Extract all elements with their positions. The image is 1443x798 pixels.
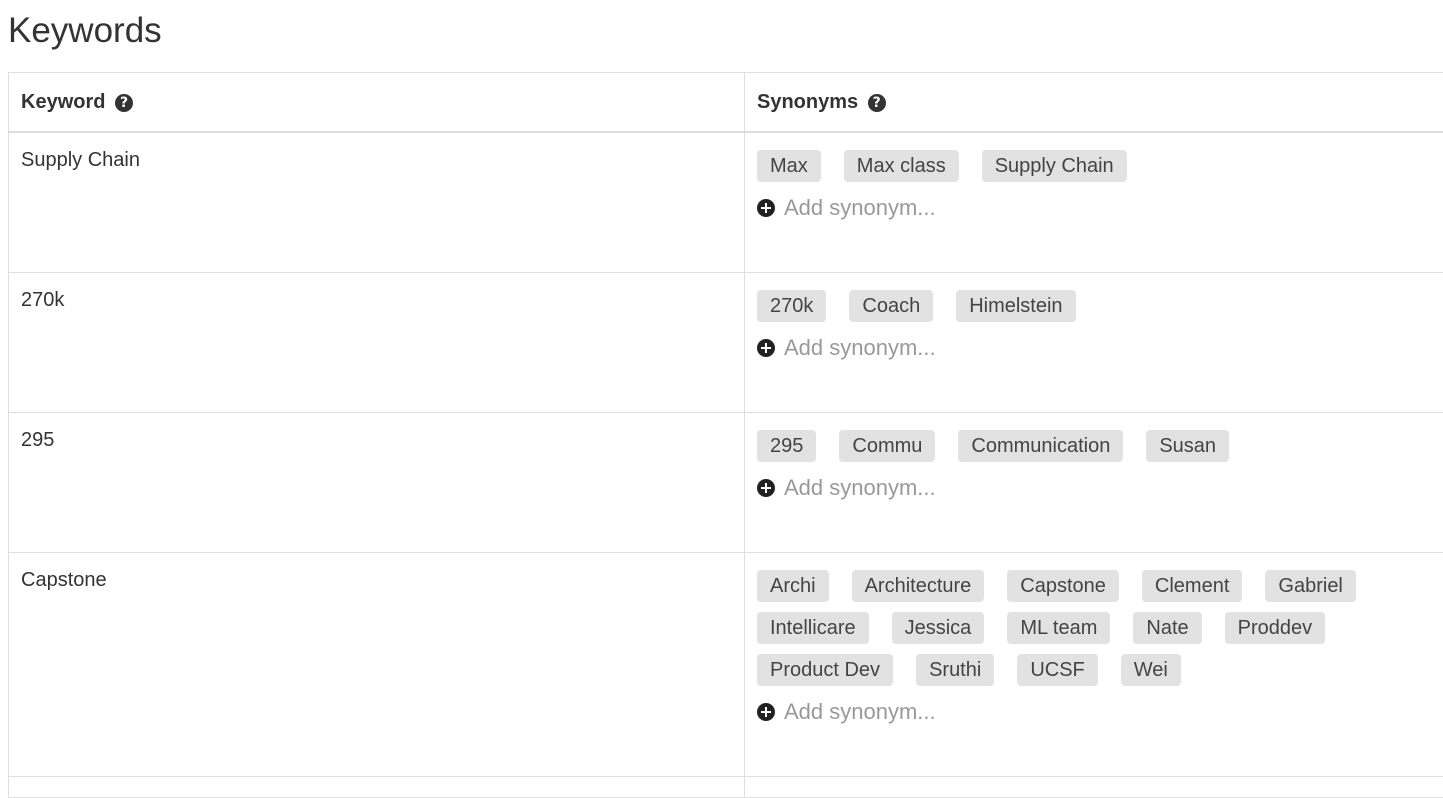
keyword-column-header: Keyword ? [9, 73, 745, 133]
synonyms-column-header: Synonyms ? [745, 73, 1443, 133]
synonyms-cell: 295 Commu Communication Susan [745, 413, 1443, 553]
synonym-tag[interactable]: Gabriel [1265, 570, 1355, 602]
synonym-tag[interactable]: Intellicare [757, 612, 869, 644]
synonym-tag[interactable]: Communication [958, 430, 1123, 462]
synonym-tag[interactable]: Clement [1142, 570, 1242, 602]
table-row: Supply Chain Max Max class Supply Chain [9, 132, 1443, 273]
add-synonym-control[interactable] [757, 699, 1443, 725]
add-synonym-input[interactable] [784, 699, 1184, 725]
synonym-tag[interactable]: Capstone [1007, 570, 1119, 602]
synonym-tag[interactable]: Max [757, 150, 821, 182]
synonym-tag[interactable]: Susan [1146, 430, 1229, 462]
add-synonym-control[interactable] [757, 195, 1443, 221]
add-synonym-input[interactable] [784, 195, 1184, 221]
synonym-tag-list: 270k Coach Himelstein [757, 290, 1417, 322]
synonym-tag[interactable]: Max class [844, 150, 959, 182]
synonym-tag[interactable]: Coach [849, 290, 933, 322]
keyword-text: Capstone [21, 569, 107, 591]
keyword-header-label: Keyword [21, 91, 105, 113]
add-synonym-input[interactable] [784, 335, 1184, 361]
plus-circle-icon[interactable] [757, 703, 775, 721]
synonyms-header-label: Synonyms [757, 91, 858, 113]
synonym-tag[interactable]: Himelstein [956, 290, 1075, 322]
keyword-cell: 270k [9, 273, 745, 413]
table-header-row: Keyword ? Synonyms ? [9, 73, 1443, 133]
synonym-tag[interactable]: Product Dev [757, 654, 893, 686]
synonym-tag[interactable]: Archi [757, 570, 829, 602]
synonym-tag[interactable]: Commu [839, 430, 935, 462]
synonym-tag[interactable]: Supply Chain [982, 150, 1127, 182]
plus-circle-icon[interactable] [757, 479, 775, 497]
synonym-tag[interactable]: Wei [1121, 654, 1181, 686]
synonyms-cell: Max Max class Supply Chain [745, 132, 1443, 273]
question-circle-icon[interactable]: ? [868, 94, 886, 112]
synonym-tag[interactable]: 270k [757, 290, 826, 322]
plus-circle-icon[interactable] [757, 199, 775, 217]
keyword-text: Supply Chain [21, 149, 140, 171]
keyword-cell: Capstone [9, 553, 745, 777]
add-synonym-input[interactable] [784, 475, 1184, 501]
add-synonym-control[interactable] [757, 475, 1443, 501]
synonym-tag[interactable]: Sruthi [916, 654, 994, 686]
synonym-tag[interactable]: Architecture [852, 570, 985, 602]
keyword-text: 270k [21, 289, 64, 311]
page-title: Keywords [8, 10, 162, 52]
synonym-tag[interactable]: UCSF [1017, 654, 1097, 686]
synonym-tag-list: Archi Architecture Capstone Clement Gabriel I… [757, 570, 1417, 686]
table-row: 295 295 Commu Communication Susan [9, 413, 1443, 553]
keyword-cell: Supply Chain [9, 132, 745, 273]
table-row: 270k 270k Coach Himelstein [9, 273, 1443, 413]
plus-circle-icon[interactable] [757, 339, 775, 357]
table-row [9, 777, 1443, 798]
synonym-tag-list: Max Max class Supply Chain [757, 150, 1417, 182]
keyword-cell [9, 777, 745, 798]
question-circle-icon[interactable]: ? [115, 94, 133, 112]
synonym-tag[interactable]: Nate [1133, 612, 1201, 644]
synonyms-cell [745, 777, 1443, 798]
synonyms-cell: 270k Coach Himelstein [745, 273, 1443, 413]
synonym-tag-list: 295 Commu Communication Susan [757, 430, 1417, 462]
keyword-cell: 295 [9, 413, 745, 553]
table-row: Capstone Archi Architecture Capstone Clement… [9, 553, 1443, 777]
synonym-tag[interactable]: Jessica [892, 612, 985, 644]
synonym-tag[interactable]: Proddev [1225, 612, 1326, 644]
synonym-tag[interactable]: ML team [1007, 612, 1110, 644]
add-synonym-control[interactable] [757, 335, 1443, 361]
synonym-tag[interactable]: 295 [757, 430, 816, 462]
keyword-text: 295 [21, 429, 54, 451]
synonyms-cell: Archi Architecture Capstone Clement Gabriel I… [745, 553, 1443, 777]
keywords-table: Keyword ? Synonyms ? Supply ChainMaxMax … [8, 72, 1443, 798]
